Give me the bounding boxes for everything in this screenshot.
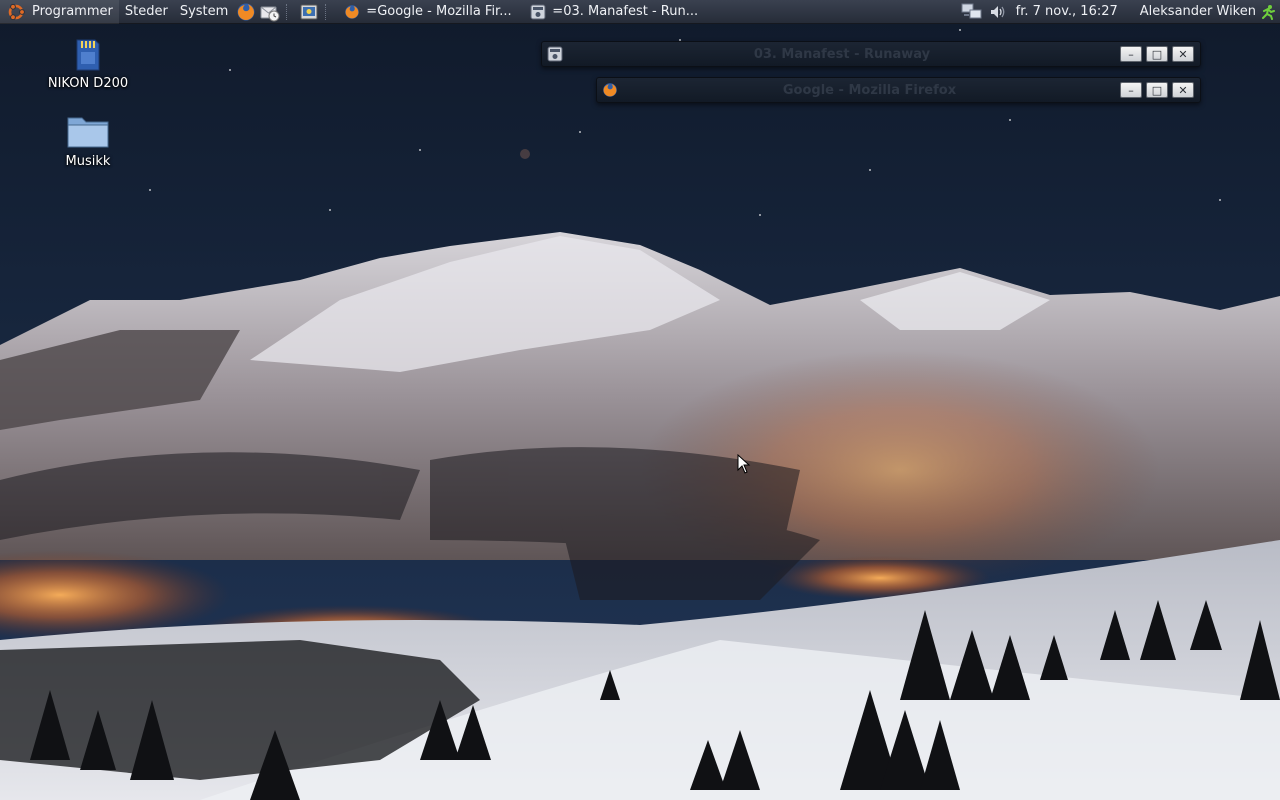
desktop[interactable]: Programmer Steder System =Google - Mozil… bbox=[0, 0, 1280, 800]
panel-separator bbox=[286, 3, 293, 20]
firefox-launcher[interactable] bbox=[234, 0, 258, 24]
mouse-cursor-icon bbox=[737, 454, 751, 474]
window-icon bbox=[601, 81, 619, 99]
desktop-icon-nikon[interactable]: NIKON D200 bbox=[40, 38, 136, 91]
taskbar-button-firefox[interactable]: =Google - Mozilla Fir... bbox=[336, 0, 522, 24]
volume-icon bbox=[990, 5, 1005, 18]
window-media-player[interactable]: 03. Manafest - Runaway – □ ✕ bbox=[541, 41, 1201, 67]
taskbar-button-label: =Google - Mozilla Fir... bbox=[366, 4, 512, 19]
firefox-icon bbox=[603, 83, 617, 97]
ubuntu-logo-icon bbox=[8, 3, 25, 20]
firefox-icon bbox=[237, 3, 255, 20]
window-title[interactable]: 03. Manafest - Runaway bbox=[564, 47, 1120, 62]
window-firefox[interactable]: Google - Mozilla Firefox – □ ✕ bbox=[596, 77, 1201, 103]
taskbar-button-media-player[interactable]: =03. Manafest - Run... bbox=[522, 0, 718, 24]
close-button[interactable]: ✕ bbox=[1172, 46, 1194, 62]
maximize-button[interactable]: □ bbox=[1146, 46, 1168, 62]
wallpaper-mountain-night bbox=[0, 0, 1280, 800]
media-player-icon bbox=[530, 4, 546, 19]
desktop-icon-musikk[interactable]: Musikk bbox=[40, 112, 136, 169]
window-title[interactable]: Google - Mozilla Firefox bbox=[619, 83, 1120, 98]
screenshot-icon bbox=[300, 4, 318, 19]
minimize-button[interactable]: – bbox=[1120, 82, 1142, 98]
places-menu[interactable]: Steder bbox=[119, 0, 174, 24]
desktop-icon-label: Musikk bbox=[65, 154, 111, 169]
screenshot-launcher[interactable] bbox=[297, 0, 321, 24]
desktop-icon-label: NIKON D200 bbox=[47, 76, 129, 91]
close-icon: ✕ bbox=[1178, 83, 1188, 97]
maximize-icon: □ bbox=[1151, 47, 1163, 61]
sd-card-icon bbox=[76, 39, 100, 71]
user-name: Aleksander Wiken bbox=[1139, 4, 1256, 19]
close-button[interactable]: ✕ bbox=[1172, 82, 1194, 98]
network-icon bbox=[961, 3, 982, 18]
volume-control[interactable] bbox=[986, 0, 1010, 24]
network-indicator[interactable] bbox=[958, 0, 986, 24]
window-icon bbox=[546, 45, 564, 63]
media-player-icon bbox=[547, 46, 563, 62]
minimize-button[interactable]: – bbox=[1120, 46, 1142, 62]
minimize-icon: – bbox=[1128, 83, 1134, 97]
clock[interactable]: fr. 7 nov., 16:27 bbox=[1010, 4, 1128, 19]
close-icon: ✕ bbox=[1178, 47, 1188, 61]
user-menu[interactable]: Aleksander Wiken bbox=[1128, 4, 1280, 20]
places-menu-label: Steder bbox=[124, 4, 168, 19]
maximize-icon: □ bbox=[1151, 83, 1163, 97]
applications-menu[interactable]: Programmer bbox=[0, 0, 119, 24]
mail-clock-launcher[interactable] bbox=[258, 0, 282, 24]
running-man-icon bbox=[1262, 4, 1275, 20]
minimize-icon: – bbox=[1128, 47, 1134, 61]
system-menu-label: System bbox=[179, 4, 229, 19]
folder-icon bbox=[67, 117, 109, 148]
firefox-icon bbox=[345, 4, 360, 19]
mail-clock-icon bbox=[260, 6, 280, 21]
taskbar-button-label: =03. Manafest - Run... bbox=[552, 4, 699, 19]
system-menu[interactable]: System bbox=[174, 0, 234, 24]
panel-separator bbox=[325, 3, 332, 20]
maximize-button[interactable]: □ bbox=[1146, 82, 1168, 98]
top-panel: Programmer Steder System =Google - Mozil… bbox=[0, 0, 1280, 24]
applications-menu-label: Programmer bbox=[32, 4, 113, 19]
